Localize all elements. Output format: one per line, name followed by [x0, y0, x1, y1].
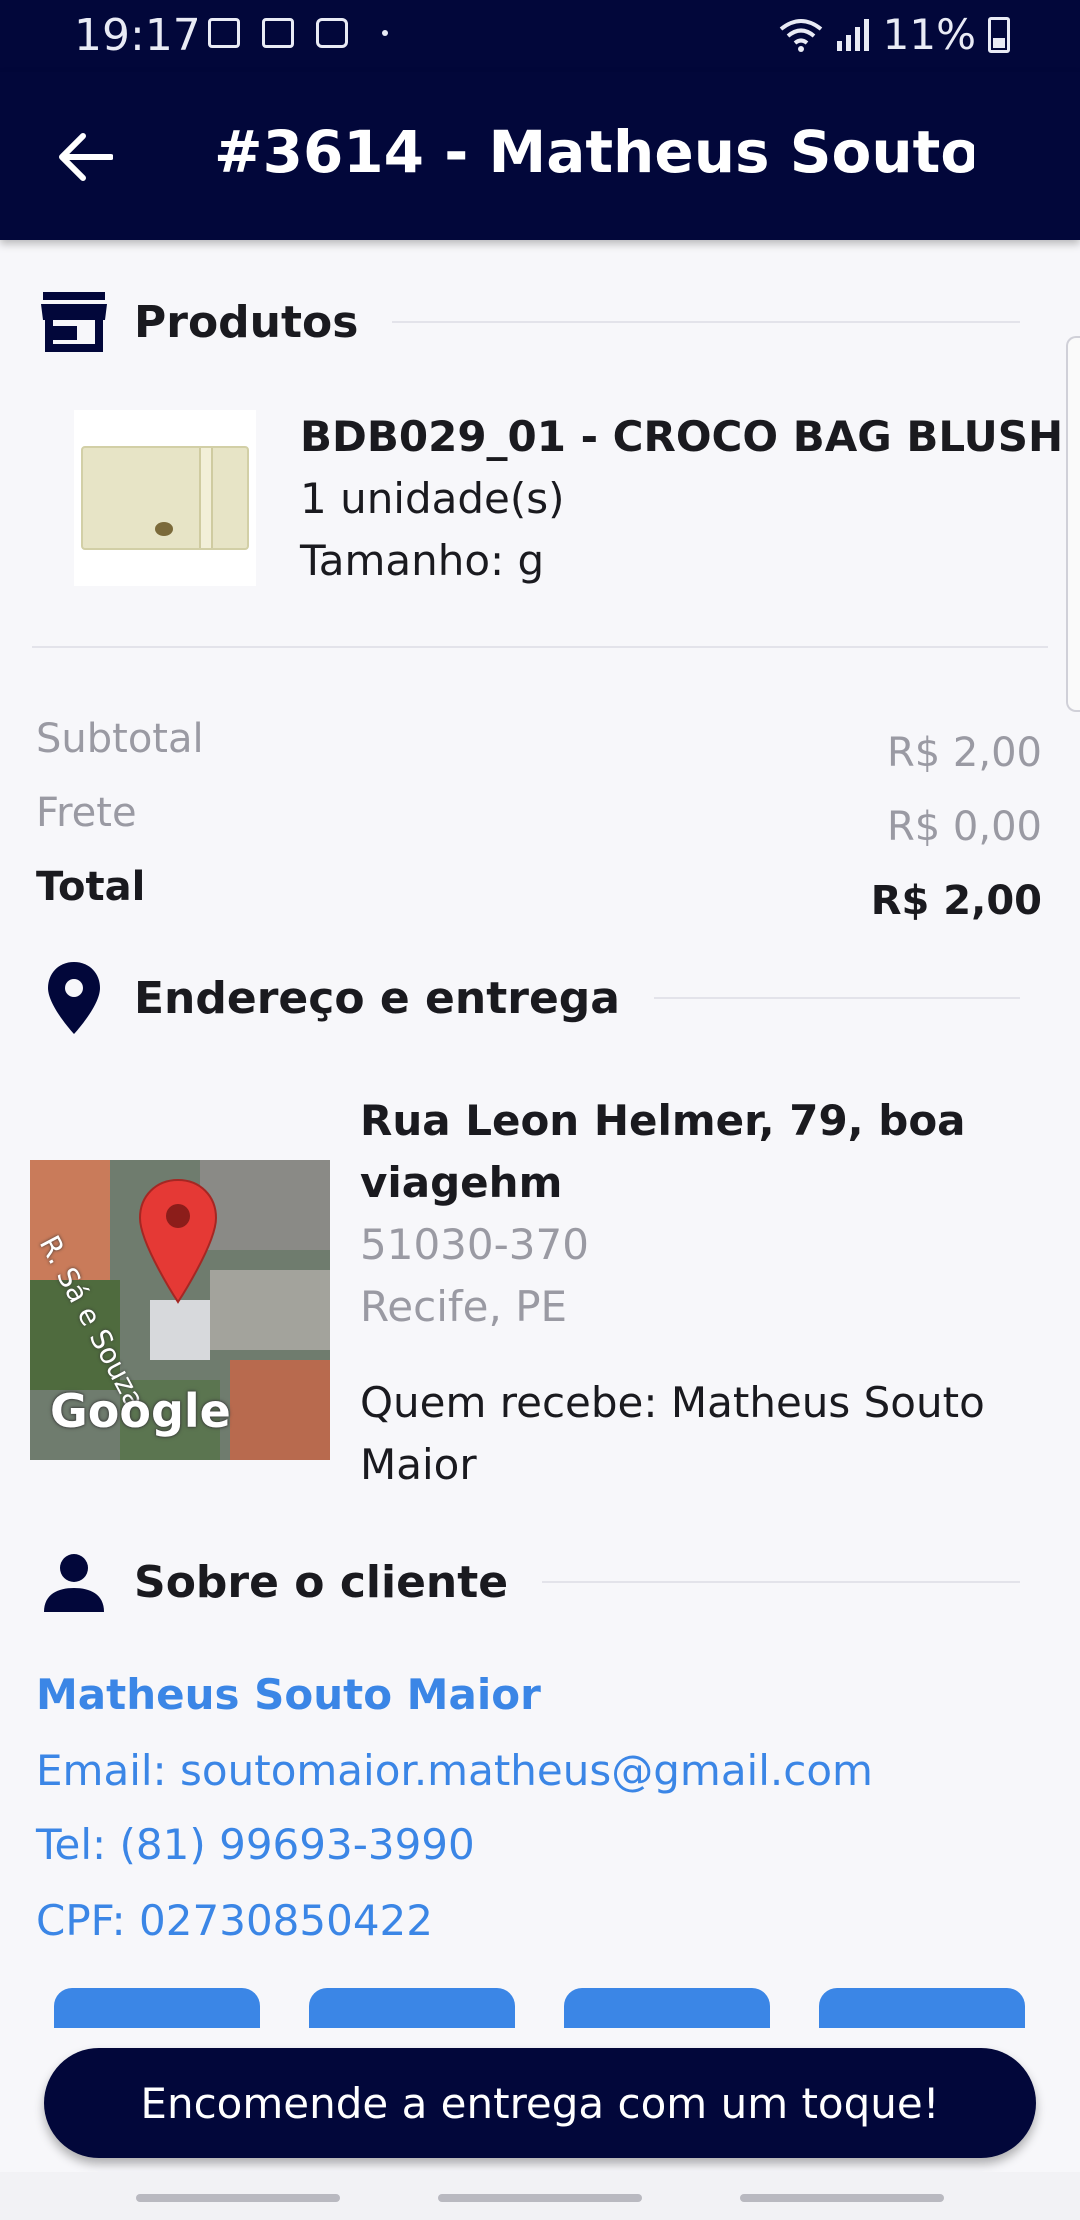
client-phone-link[interactable]: Tel: (81) 99693-3990 [36, 1820, 475, 1869]
signal-icon [836, 18, 869, 51]
back-button[interactable] [50, 122, 120, 192]
map-block [210, 1270, 330, 1350]
client-cpf[interactable]: CPF: 02730850422 [36, 1896, 433, 1945]
section-divider [392, 321, 1020, 323]
status-bar: 19:17 11% [0, 0, 1080, 72]
product-name: BDB029_01 - CROCO BAG BLUSH [300, 412, 1064, 461]
client-email-link[interactable]: Email: soutomaior.matheus@gmail.com [36, 1746, 873, 1795]
delivery-section-header: Endereço e entrega [36, 960, 1020, 1036]
dot-icon [382, 30, 388, 36]
delivery-map[interactable]: R. Sá e Souza Google [30, 1160, 330, 1460]
address-street: Rua Leon Helmer, 79, boa viagehm [360, 1096, 966, 1207]
order-delivery-button[interactable]: Encomende a entrega com um toque! [44, 2048, 1036, 2158]
products-section-title: Produtos [134, 296, 359, 348]
map-block [230, 1360, 330, 1460]
person-icon [36, 1544, 112, 1620]
client-name-link[interactable]: Matheus Souto Maior [36, 1670, 541, 1719]
page-title: #3614 - Matheus Souto ... [214, 118, 974, 186]
status-system-icons: 11% [779, 10, 1010, 59]
map-block [150, 1300, 210, 1360]
nav-back-button[interactable] [740, 2194, 944, 2202]
status-notification-icons [208, 18, 388, 48]
delivery-section-title: Endereço e entrega [134, 972, 620, 1024]
products-divider [32, 646, 1048, 648]
address-city: Recife, PE [360, 1282, 568, 1331]
clock-icon [316, 18, 348, 48]
action-buttons-row [54, 1988, 1026, 2028]
action-button[interactable] [309, 1988, 515, 2028]
image-icon [262, 18, 294, 48]
battery-percent: 11% [882, 10, 976, 59]
store-icon [36, 284, 112, 360]
map-block [200, 1160, 330, 1250]
client-section-title: Sobre o cliente [134, 1556, 509, 1608]
section-divider [653, 997, 1020, 999]
mail-icon [208, 18, 240, 48]
scroll-indicator[interactable] [1066, 336, 1080, 712]
subtotal-value: R$ 2,00 [886, 730, 1042, 776]
action-button[interactable] [564, 1988, 770, 2028]
wifi-icon [779, 18, 822, 52]
arrow-left-icon [59, 133, 113, 181]
nav-home-button[interactable] [438, 2194, 642, 2202]
product-image[interactable] [74, 410, 256, 586]
map-pin-icon [138, 1178, 218, 1304]
order-delivery-label: Encomende a entrega com um toque! [140, 2078, 940, 2128]
shipping-label: Frete [36, 790, 137, 836]
subtotal-label: Subtotal [36, 716, 204, 762]
total-value: R$ 2,00 [870, 878, 1042, 924]
section-divider [542, 1581, 1020, 1583]
product-quantity: 1 unidade(s) [300, 474, 565, 523]
status-time: 19:17 [74, 10, 201, 61]
nav-recent-button[interactable] [136, 2194, 340, 2202]
app-bar: #3614 - Matheus Souto ... [0, 72, 1080, 240]
products-section-header: Produtos [36, 284, 1020, 360]
total-label: Total [36, 864, 146, 910]
address-receiver: Quem recebe: Matheus Souto Maior [360, 1378, 985, 1489]
bag-image [81, 446, 249, 550]
product-size: Tamanho: g [300, 536, 545, 585]
client-section-header: Sobre o cliente [36, 1544, 1020, 1620]
action-button[interactable] [819, 1988, 1025, 2028]
battery-icon [988, 16, 1010, 53]
action-button[interactable] [54, 1988, 260, 2028]
system-nav-bar [0, 2172, 1080, 2220]
shipping-value: R$ 0,00 [886, 804, 1042, 850]
location-pin-icon [36, 960, 112, 1036]
address-zip: 51030-370 [360, 1220, 589, 1269]
map-google-logo: Google [50, 1384, 231, 1438]
